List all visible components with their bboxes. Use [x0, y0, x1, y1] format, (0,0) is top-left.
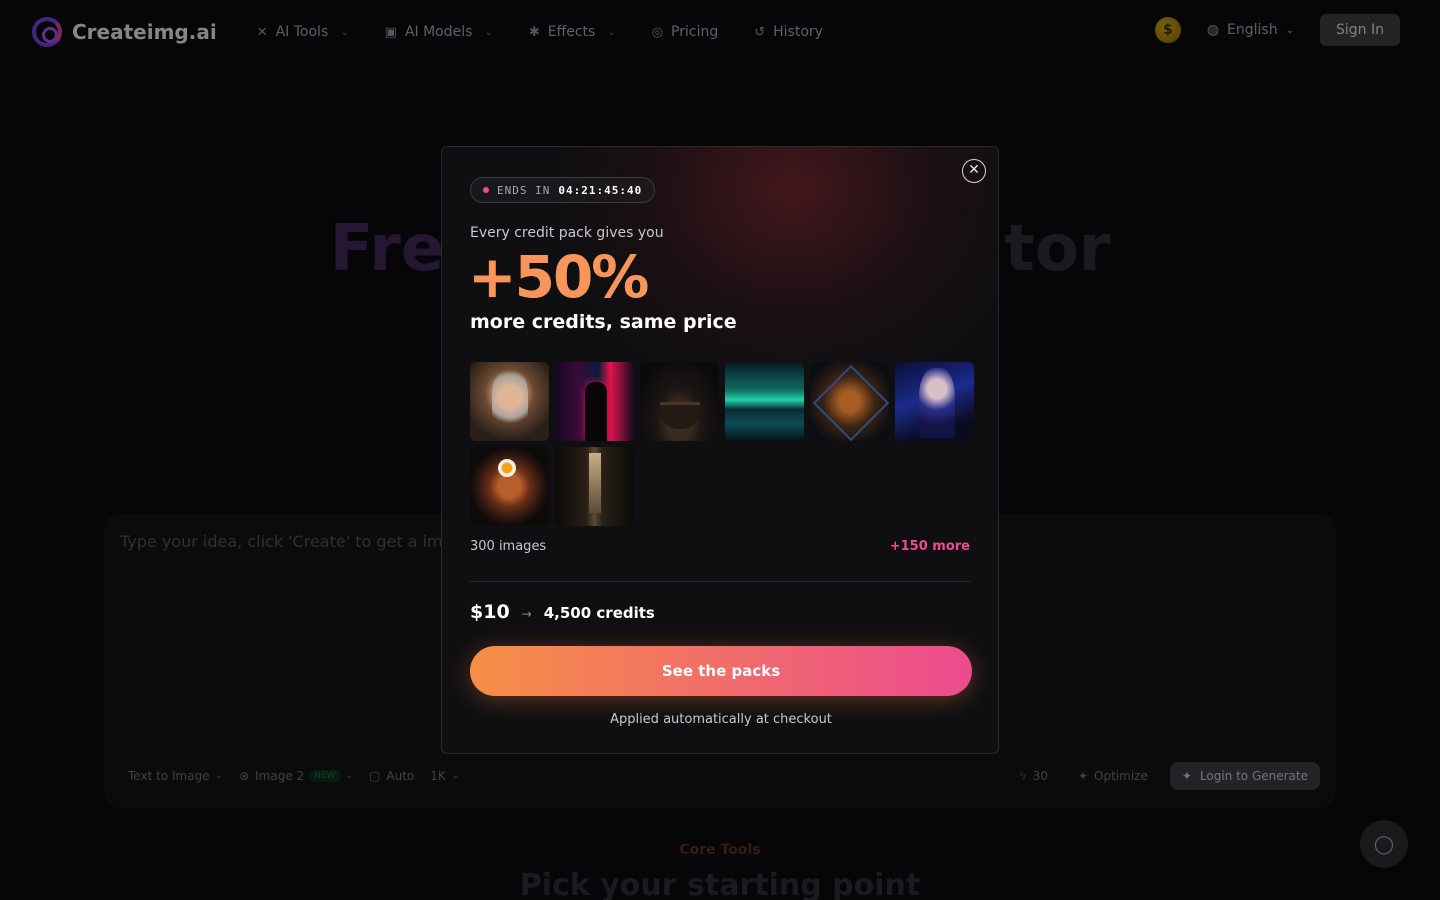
promo-percent: +50%	[468, 243, 649, 311]
sample-image-neon-street	[555, 362, 634, 441]
promo-intro: Every credit pack gives you	[470, 225, 664, 241]
countdown-badge: ENDS IN 04:21:45:40	[470, 177, 656, 203]
sample-image-coffee	[640, 362, 719, 441]
divider	[470, 581, 970, 582]
status-dot-icon	[483, 187, 489, 193]
checkout-note: Applied automatically at checkout	[610, 712, 832, 727]
close-icon[interactable]: ✕	[962, 159, 986, 183]
credits-amount: 4,500 credits	[543, 604, 655, 622]
images-count: 300 images	[470, 539, 547, 554]
sample-gallery	[470, 362, 974, 526]
sample-image-isometric-room	[810, 362, 889, 441]
countdown-value: 04:21:45:40	[558, 183, 643, 197]
see-packs-button[interactable]: See the packs	[470, 646, 972, 696]
more-images-count: +150 more	[889, 539, 970, 554]
countdown-label: ENDS IN	[497, 183, 551, 197]
promo-modal: ✕ ENDS IN 04:21:45:40 Every credit pack …	[441, 146, 999, 754]
sample-image-portrait	[470, 362, 549, 441]
sample-image-aurora	[725, 362, 804, 441]
sample-image-anime	[895, 362, 974, 441]
sample-image-corridor	[555, 447, 634, 526]
price-row: $10 → 4,500 credits	[470, 601, 655, 623]
price: $10	[470, 601, 510, 623]
promo-subtitle: more credits, same price	[470, 311, 737, 333]
sample-image-ramen	[470, 447, 549, 526]
arrow-right-icon: →	[521, 607, 532, 621]
